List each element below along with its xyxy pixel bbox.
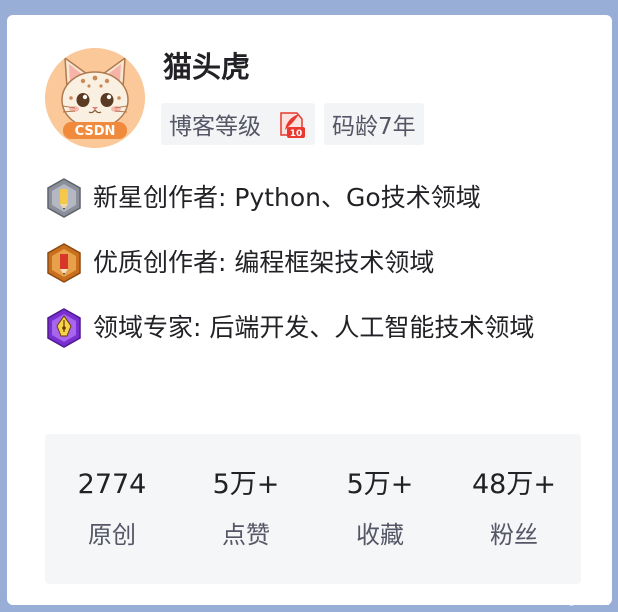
stat-label: 点赞: [222, 521, 270, 549]
stat-favorites[interactable]: 5万+ 收藏: [313, 434, 447, 584]
badge-text: 领域专家: 后端开发、人工智能技术领域: [93, 313, 535, 342]
svg-text:CSDN: CSDN: [75, 124, 116, 139]
badge-text: 优质创作者: 编程框架技术领域: [93, 248, 435, 277]
domain-expert-icon: [47, 308, 81, 348]
badge-domain-expert[interactable]: 领域专家: 后端开发、人工智能技术领域: [45, 306, 581, 352]
stat-label: 收藏: [356, 521, 404, 549]
stats-panel: 2774 原创 5万+ 点赞 5万+ 收藏 48万+ 粉丝: [45, 434, 581, 584]
watermark: CSDN @猫头虎: [531, 594, 610, 607]
stat-value: 5万+: [212, 469, 280, 500]
blog-level-10-icon: 10: [280, 112, 305, 139]
author-profile-card: CSDN 猫头虎 博客等级 10 码龄7年 新星创作者: Python、Go技术…: [7, 15, 612, 605]
stat-followers[interactable]: 48万+ 粉丝: [447, 434, 581, 584]
blog-level-label: 博客等级: [169, 114, 261, 140]
stat-value: 2774: [77, 469, 147, 500]
badge-text: 新星创作者: Python、Go技术领域: [93, 183, 481, 212]
coding-age-tag[interactable]: 码龄7年: [324, 103, 424, 145]
stat-original-posts[interactable]: 2774 原创: [45, 434, 179, 584]
stat-label: 粉丝: [490, 521, 538, 549]
stat-label: 原创: [88, 521, 136, 549]
stat-likes[interactable]: 5万+ 点赞: [179, 434, 313, 584]
badge-quality-creator[interactable]: 优质创作者: 编程框架技术领域: [45, 241, 581, 285]
new-star-creator-icon: [47, 178, 81, 218]
creator-badges: 新星创作者: Python、Go技术领域 优质创作者: 编程框架技术领域 领域专…: [45, 176, 581, 373]
blog-level-tag[interactable]: 博客等级 10: [161, 103, 315, 145]
svg-text:10: 10: [290, 129, 303, 139]
coding-age-label: 码龄7年: [332, 114, 416, 140]
cat-avatar-icon: CSDN: [45, 48, 145, 148]
username[interactable]: 猫头虎: [163, 45, 250, 89]
quality-creator-icon: [47, 243, 81, 283]
avatar[interactable]: CSDN: [45, 48, 145, 148]
stat-value: 48万+: [472, 469, 556, 500]
profile-tags: 博客等级 10 码龄7年: [161, 103, 424, 145]
stat-value: 5万+: [346, 469, 414, 500]
badge-new-star-creator[interactable]: 新星创作者: Python、Go技术领域: [45, 176, 581, 220]
